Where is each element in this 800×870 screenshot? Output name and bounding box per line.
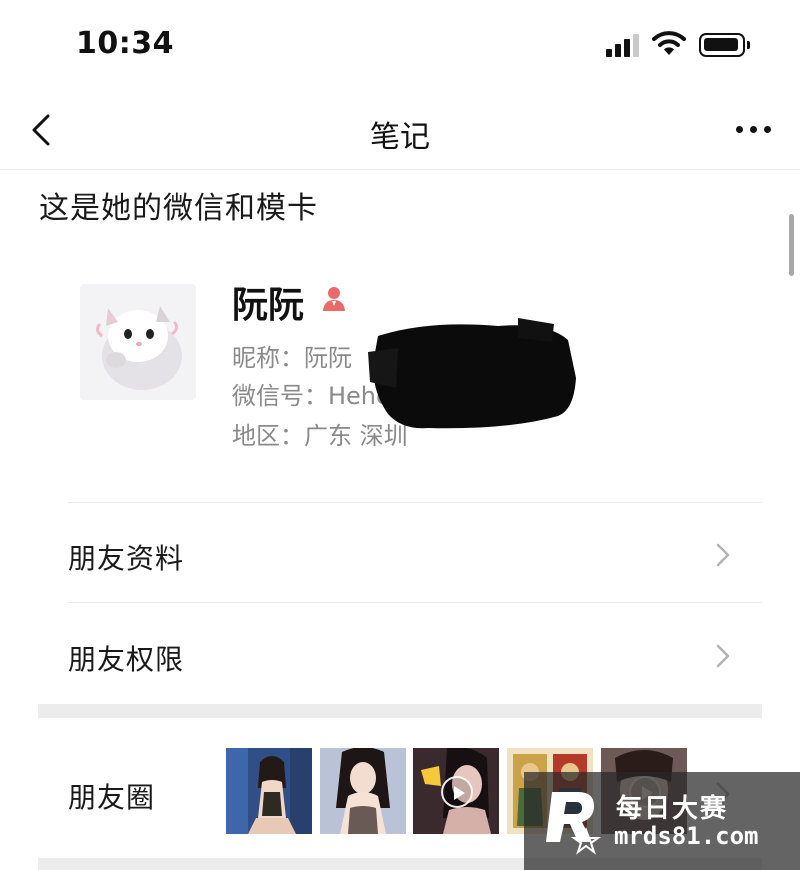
moments-label: 朋友圈 (68, 781, 156, 814)
friend-permissions-label: 朋友权限 (68, 643, 185, 676)
photo-thumbnail-image (320, 748, 406, 834)
status-bar: 10:34 (0, 0, 800, 90)
wifi-icon (652, 31, 686, 55)
watermark: 每日大赛 mrds81.com (524, 772, 800, 870)
status-time: 10:34 (76, 26, 174, 61)
friend-permissions-row[interactable]: 朋友权限 (0, 604, 800, 704)
chevron-right-icon (716, 543, 730, 567)
moments-thumbnail[interactable] (320, 748, 406, 834)
watermark-logo-icon (546, 792, 602, 855)
more-options-button[interactable] (732, 114, 776, 144)
contact-name: 阮阮 (232, 285, 305, 326)
moments-thumbnail[interactable] (226, 748, 312, 834)
friend-profile-label: 朋友资料 (68, 542, 185, 575)
friend-profile-row[interactable]: 朋友资料 (0, 503, 800, 603)
chevron-right-icon (716, 644, 730, 668)
page-title: 笔记 (370, 120, 430, 155)
cellular-signal-icon (606, 33, 640, 57)
photo-thumbnail-image (226, 748, 312, 834)
section-separator (38, 704, 762, 718)
female-gender-icon (323, 287, 345, 311)
moments-video-thumbnail[interactable] (413, 748, 499, 834)
play-icon (441, 776, 473, 808)
kitten-avatar-image (80, 284, 196, 400)
redaction-scribble (368, 318, 576, 429)
wechat-id-text: 微信号：Hehe (232, 382, 391, 410)
scrollbar[interactable] (789, 214, 794, 276)
avatar[interactable] (80, 284, 196, 400)
note-text: 这是她的微信和模卡 (39, 191, 318, 226)
divider (68, 602, 762, 603)
nickname-text: 昵称：阮阮 (232, 344, 352, 372)
battery-icon (699, 33, 750, 57)
watermark-url: mrds81.com (614, 822, 759, 850)
watermark-title: 每日大赛 (616, 794, 729, 824)
nav-bar: 笔记 (0, 90, 800, 170)
